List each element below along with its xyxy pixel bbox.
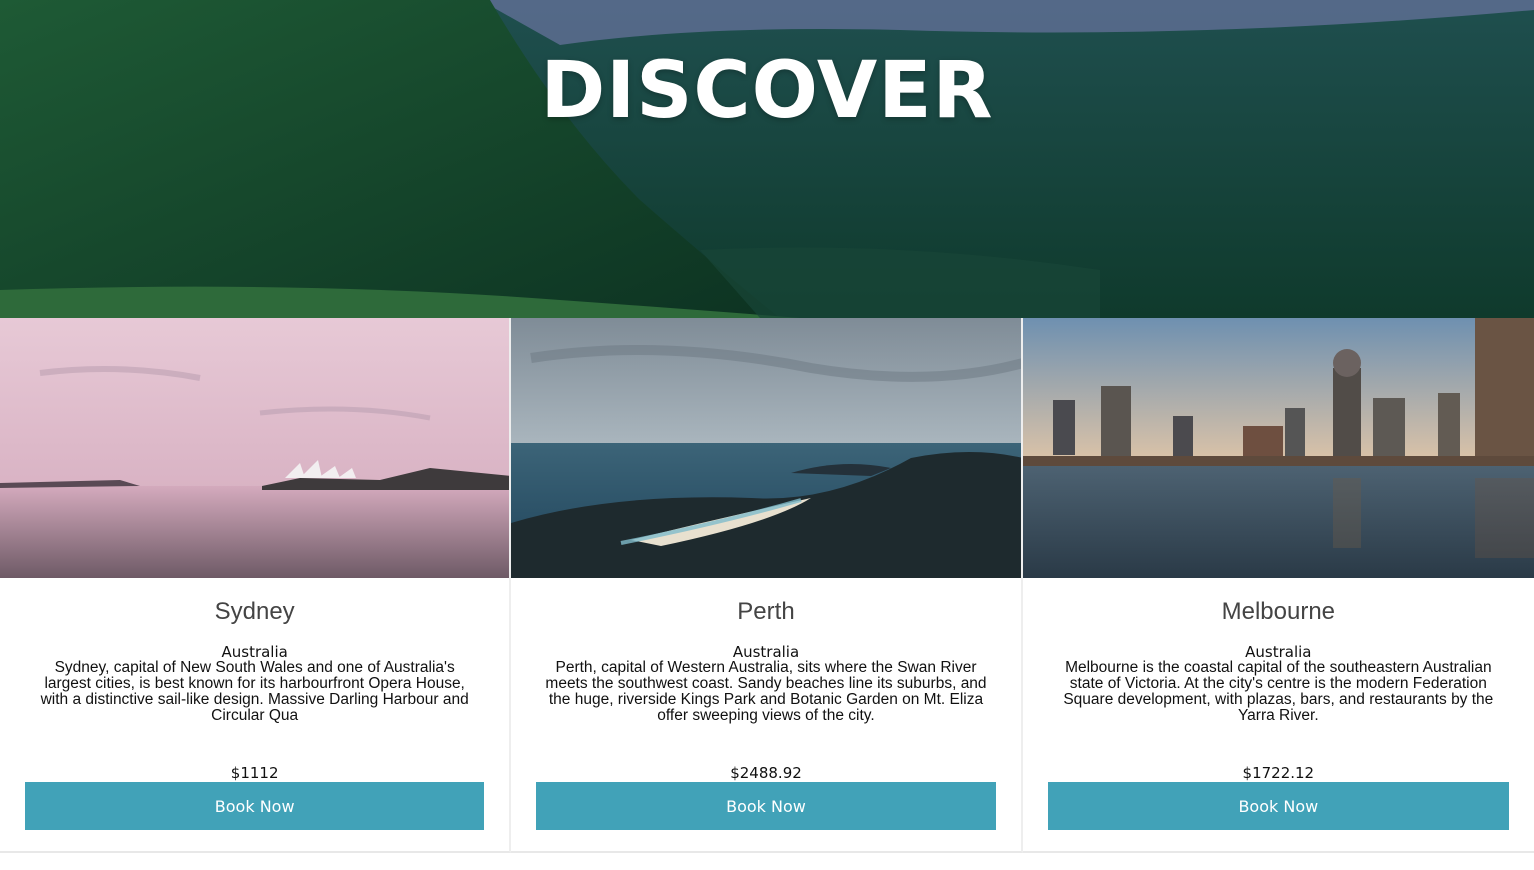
card-price: $2488.92 [730,764,802,782]
destination-card-perth: Perth Australia Perth, capital of Wester… [511,318,1023,853]
card-description: Perth, capital of Western Australia, sit… [545,659,987,724]
card-title: Melbourne [1221,598,1336,625]
perth-photo [511,318,1021,578]
hero-banner: DISCOVER [0,0,1534,318]
card-price: $1722.12 [1242,764,1315,782]
melbourne-photo [1022,318,1534,578]
card-description: Melbourne is the coastal capital of the … [1063,659,1494,724]
card-title: Sydney [214,598,295,625]
book-now-button[interactable]: Book Now [1047,782,1509,830]
book-now-button[interactable]: Book Now [25,782,485,830]
card-price: $1112 [230,764,279,782]
destination-card-melbourne: Melbourne Australia Melbourne is the coa… [1022,318,1534,853]
card-description: Sydney, capital of New South Wales and o… [40,659,469,724]
book-now-button[interactable]: Book Now [536,782,996,830]
destination-card-sydney: Sydney Australia Sydney, capital of New … [0,318,512,853]
sydney-photo [0,318,510,578]
destination-cards: Sydney Australia Sydney, capital of New … [0,318,1534,853]
card-title: Perth [737,598,795,625]
page-title: DISCOVER [540,46,994,136]
